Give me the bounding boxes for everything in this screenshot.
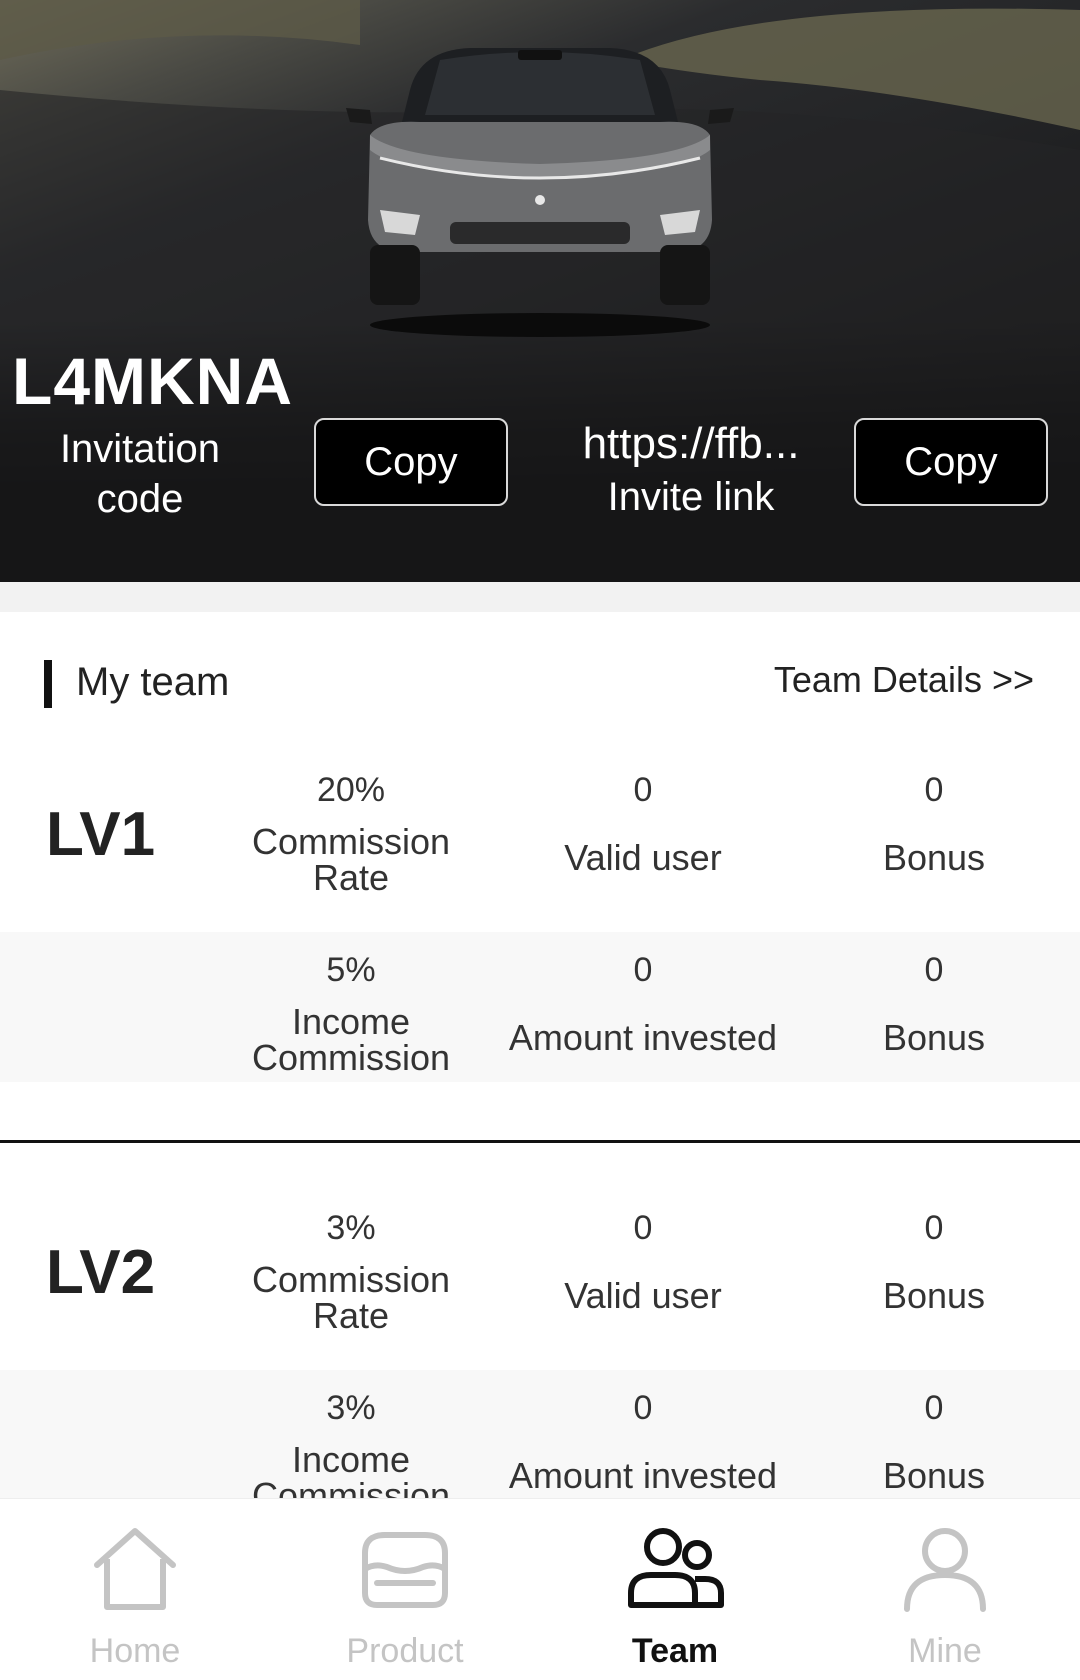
tab-product-label: Product [346, 1632, 464, 1670]
commission-rate-value: 20% [316, 771, 386, 809]
tab-product[interactable]: Product [270, 1499, 540, 1680]
valid-user-cell: 0 Valid user [502, 1190, 784, 1340]
commission-rate-label: Commission Rate [236, 824, 466, 896]
valid-user-value: 0 [633, 1209, 653, 1247]
label-line: Commission [251, 1037, 451, 1078]
level-row-lv1-income: 5% Income Commission 0 Amount invested 0… [0, 932, 1080, 1082]
invitation-code-label-line1: Invitation [59, 427, 221, 471]
bonus-value: 0 [924, 951, 944, 989]
level-divider [0, 1140, 1080, 1143]
bonus-value: 0 [924, 771, 944, 809]
commission-rate-cell: 3% Commission Rate [236, 1190, 466, 1340]
label-line: Rate [312, 1295, 390, 1336]
amount-invested-label: Amount invested [508, 1017, 778, 1058]
commission-rate-value: 3% [326, 1209, 376, 1247]
valid-user-value: 0 [633, 771, 653, 809]
bonus-label: Bonus [882, 1017, 986, 1058]
user-icon [904, 1528, 986, 1612]
invite-link-label: Invite link [607, 475, 775, 519]
car-icon [362, 1532, 448, 1608]
bottom-tab-bar: Home Product Team Mine [0, 1498, 1080, 1680]
tab-team[interactable]: Team [540, 1499, 810, 1680]
amount-invested-value: 0 [633, 951, 653, 989]
tab-home[interactable]: Home [0, 1499, 270, 1680]
team-header: My team Team Details >> [0, 612, 1080, 752]
level-row-lv2-commission: LV2 3% Commission Rate 0 Valid user 0 Bo… [0, 1190, 1080, 1340]
copy-link-button[interactable]: Copy [854, 418, 1048, 506]
team-icon [628, 1528, 724, 1608]
hero-banner: L4MKNA Invitation code Copy https://ffb.… [0, 0, 1080, 582]
amount-invested-value: 0 [633, 1389, 653, 1427]
level-row-lv1-commission: LV1 20% Commission Rate 0 Valid user 0 B… [0, 752, 1080, 902]
tab-mine[interactable]: Mine [810, 1499, 1080, 1680]
label-line: Income [291, 1001, 411, 1042]
invitation-code: L4MKNA [12, 344, 293, 418]
home-icon [94, 1528, 176, 1610]
tab-home-label: Home [89, 1632, 181, 1670]
section-marker [44, 660, 52, 708]
level-label-lv1: LV1 [46, 800, 156, 869]
bonus-label: Bonus [882, 1275, 986, 1316]
commission-rate-label: Commission Rate [236, 1262, 466, 1334]
income-commission-cell: 5% Income Commission [236, 932, 466, 1082]
car-image [346, 48, 734, 337]
label-line: Commission [251, 1259, 451, 1300]
team-title: My team [76, 660, 230, 704]
team-details-link[interactable]: Team Details >> [774, 656, 1034, 704]
income-commission-value: 5% [326, 951, 376, 989]
valid-user-cell: 0 Valid user [502, 752, 784, 902]
bonus-cell: 0 Bonus [818, 752, 1050, 902]
label-line: Rate [312, 857, 390, 898]
tab-mine-label: Mine [908, 1632, 982, 1670]
bonus-cell: 0 Bonus [818, 932, 1050, 1082]
bonus-value: 0 [924, 1209, 944, 1247]
income-commission-value: 3% [326, 1389, 376, 1427]
label-line: Commission [251, 821, 451, 862]
commission-rate-cell: 20% Commission Rate [236, 752, 466, 902]
copy-code-button[interactable]: Copy [314, 418, 508, 506]
label-line: Income [291, 1439, 411, 1480]
bonus-value: 0 [924, 1389, 944, 1427]
invitation-code-label-line2: code [96, 477, 184, 521]
tab-team-label: Team [631, 1632, 719, 1670]
income-commission-label: Income Commission [236, 1004, 466, 1076]
amount-invested-label: Amount invested [508, 1455, 778, 1496]
invite-link: https://ffb... [582, 419, 800, 468]
invitation-code-label: Invitation code [30, 424, 250, 524]
bonus-cell: 0 Bonus [818, 1190, 1050, 1340]
bonus-label: Bonus [882, 1455, 986, 1496]
section-gap [0, 582, 1080, 612]
bonus-label: Bonus [882, 837, 986, 878]
valid-user-label: Valid user [564, 837, 722, 878]
level-label-lv2: LV2 [46, 1238, 156, 1307]
valid-user-label: Valid user [564, 1275, 722, 1316]
amount-invested-cell: 0 Amount invested [502, 932, 784, 1082]
